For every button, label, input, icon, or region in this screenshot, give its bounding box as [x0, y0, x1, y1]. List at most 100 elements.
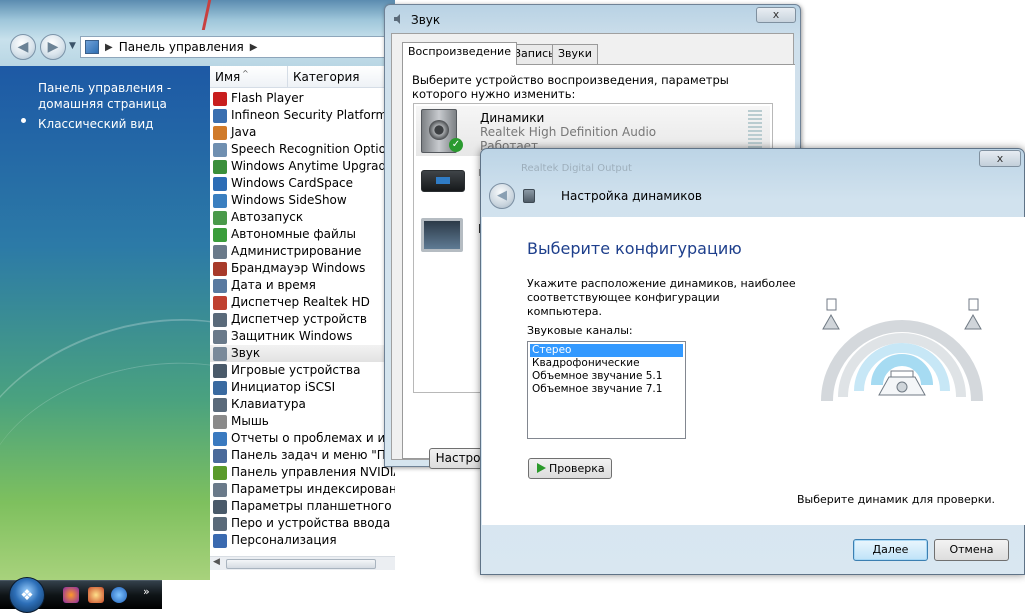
- item-icon: [213, 363, 227, 378]
- list-item[interactable]: Автозапуск: [210, 209, 395, 226]
- list-item[interactable]: Infineon Security Platform: [210, 107, 395, 124]
- list-item[interactable]: Клавиатура: [210, 396, 395, 413]
- close-button[interactable]: x: [979, 150, 1021, 167]
- front-right-speaker[interactable]: [964, 298, 982, 330]
- speaker-icon: [523, 189, 535, 203]
- item-icon: [213, 533, 227, 548]
- list-item-label: Клавиатура: [231, 397, 306, 411]
- monitor-device-icon[interactable]: [421, 218, 463, 252]
- tab-playback[interactable]: Воспроизведение: [402, 42, 517, 65]
- list-item[interactable]: Игровые устройства: [210, 362, 395, 379]
- list-item[interactable]: Speech Recognition Options: [210, 141, 395, 158]
- background-decoration: [201, 0, 212, 30]
- control-panel-toolbar: ◀ ▶ ▼ ▶ Панель управления ▶: [0, 0, 395, 66]
- list-item-label: Защитник Windows: [231, 329, 353, 343]
- list-item-label: Java: [231, 125, 257, 139]
- list-item[interactable]: Дата и время: [210, 277, 395, 294]
- speaker-layout-diagram[interactable]: [817, 291, 987, 421]
- list-item[interactable]: Windows Anytime Upgrade: [210, 158, 395, 175]
- close-button[interactable]: x: [756, 7, 796, 23]
- item-icon: [213, 295, 227, 310]
- media-player-icon[interactable]: [63, 587, 79, 603]
- list-item[interactable]: Администрирование: [210, 243, 395, 260]
- list-item-label: Панель задач и меню "Пус: [231, 448, 395, 462]
- list-item[interactable]: Java: [210, 124, 395, 141]
- test-button[interactable]: Проверка: [528, 458, 612, 479]
- item-icon: [213, 431, 227, 446]
- list-item[interactable]: Брандмауэр Windows: [210, 260, 395, 277]
- classic-view-link[interactable]: Классический вид: [38, 116, 210, 132]
- item-icon: [213, 312, 227, 327]
- list-item-label: Игровые устройства: [231, 363, 361, 377]
- item-icon: [213, 244, 227, 259]
- back-arrow-icon: ◀: [497, 188, 507, 203]
- list-item[interactable]: Отчеты о проблемах и их р: [210, 430, 395, 447]
- control-panel-home-link-line2[interactable]: домашняя страница: [38, 96, 210, 112]
- list-item[interactable]: Защитник Windows: [210, 328, 395, 345]
- speaker-setup-dialog: Realtek Digital Output x ◀ Настройка дин…: [480, 148, 1025, 575]
- column-header-name[interactable]: Имя ^: [210, 66, 288, 88]
- back-button[interactable]: ◀: [10, 34, 36, 60]
- list-item[interactable]: Параметры планшетного компьютера: [210, 498, 395, 515]
- list-item[interactable]: Панель управления NVIDIA: [210, 464, 395, 481]
- item-icon: [213, 176, 227, 191]
- channel-option[interactable]: Квадрофонические: [530, 357, 683, 370]
- breadcrumb-arrow-icon[interactable]: ▶: [105, 42, 113, 53]
- channel-option[interactable]: Объемное звучание 5.1: [530, 370, 683, 383]
- scroll-left-icon[interactable]: ◀: [213, 557, 220, 567]
- control-panel-window: ◀ ▶ ▼ ▶ Панель управления ▶ Панель управ…: [0, 0, 395, 580]
- channels-listbox[interactable]: Стерео Квадрофонические Объемное звучание …: [527, 341, 686, 439]
- horizontal-scrollbar[interactable]: ◀: [210, 556, 395, 570]
- item-icon: [213, 482, 227, 497]
- close-icon: x: [772, 8, 780, 21]
- next-button[interactable]: Далее: [853, 539, 928, 561]
- sound-dialog-title: Звук: [411, 13, 441, 27]
- item-icon: [213, 227, 227, 242]
- column-header-category[interactable]: Категория: [288, 66, 395, 88]
- list-item[interactable]: Панель задач и меню "Пус: [210, 447, 395, 464]
- control-panel-home-link[interactable]: Панель управления -: [38, 80, 210, 96]
- list-item[interactable]: Перо и устройства ввода: [210, 515, 395, 532]
- digital-output-device-icon[interactable]: [421, 170, 465, 192]
- list-item[interactable]: Windows CardSpace: [210, 175, 395, 192]
- item-icon: [213, 346, 227, 361]
- cancel-button[interactable]: Отмена: [934, 539, 1009, 561]
- address-bar[interactable]: ▶ Панель управления ▶: [80, 36, 395, 58]
- list-header: Имя ^ Категория: [210, 66, 395, 88]
- list-item-label: Брандмауэр Windows: [231, 261, 366, 275]
- speaker-test-hint: Выберите динамик для проверки.: [797, 493, 996, 506]
- list-item[interactable]: Звук: [210, 345, 395, 362]
- taskbar-overflow-chevron[interactable]: »: [143, 585, 150, 598]
- item-icon: [213, 91, 227, 106]
- address-text[interactable]: Панель управления: [119, 40, 244, 54]
- list-item[interactable]: Персонализация: [210, 532, 395, 549]
- column-header-name-label: Имя: [215, 70, 241, 84]
- list-item[interactable]: Параметры индексирования: [210, 481, 395, 498]
- column-header-category-label: Категория: [293, 70, 360, 84]
- list-item-label: Flash Player: [231, 91, 304, 105]
- close-icon: x: [996, 152, 1004, 165]
- item-icon: [213, 193, 227, 208]
- start-button[interactable]: ❖: [9, 577, 45, 613]
- item-icon: [213, 329, 227, 344]
- scrollbar-thumb[interactable]: [226, 559, 376, 569]
- front-left-speaker[interactable]: [822, 298, 840, 330]
- list-item[interactable]: Автономные файлы: [210, 226, 395, 243]
- list-item-label: Автозапуск: [231, 210, 304, 224]
- channel-option[interactable]: Объемное звучание 7.1: [530, 383, 683, 396]
- back-button[interactable]: ◀: [489, 183, 515, 209]
- list-item[interactable]: Мышь: [210, 413, 395, 430]
- tab-sounds[interactable]: Звуки: [552, 44, 598, 64]
- list-item[interactable]: Диспетчер устройств: [210, 311, 395, 328]
- list-item[interactable]: Инициатор iSCSI: [210, 379, 395, 396]
- list-item[interactable]: Flash Player: [210, 90, 395, 107]
- history-dropdown-icon[interactable]: ▼: [69, 41, 76, 51]
- channel-option[interactable]: Стерео: [530, 344, 683, 357]
- forward-button[interactable]: ▶: [40, 34, 66, 60]
- breadcrumb-arrow-icon[interactable]: ▶: [250, 42, 258, 53]
- list-item-label: Администрирование: [231, 244, 362, 258]
- internet-explorer-icon[interactable]: [111, 587, 127, 603]
- list-item[interactable]: Диспетчер Realtek HD: [210, 294, 395, 311]
- list-item[interactable]: Windows SideShow: [210, 192, 395, 209]
- paint-icon[interactable]: [88, 587, 104, 603]
